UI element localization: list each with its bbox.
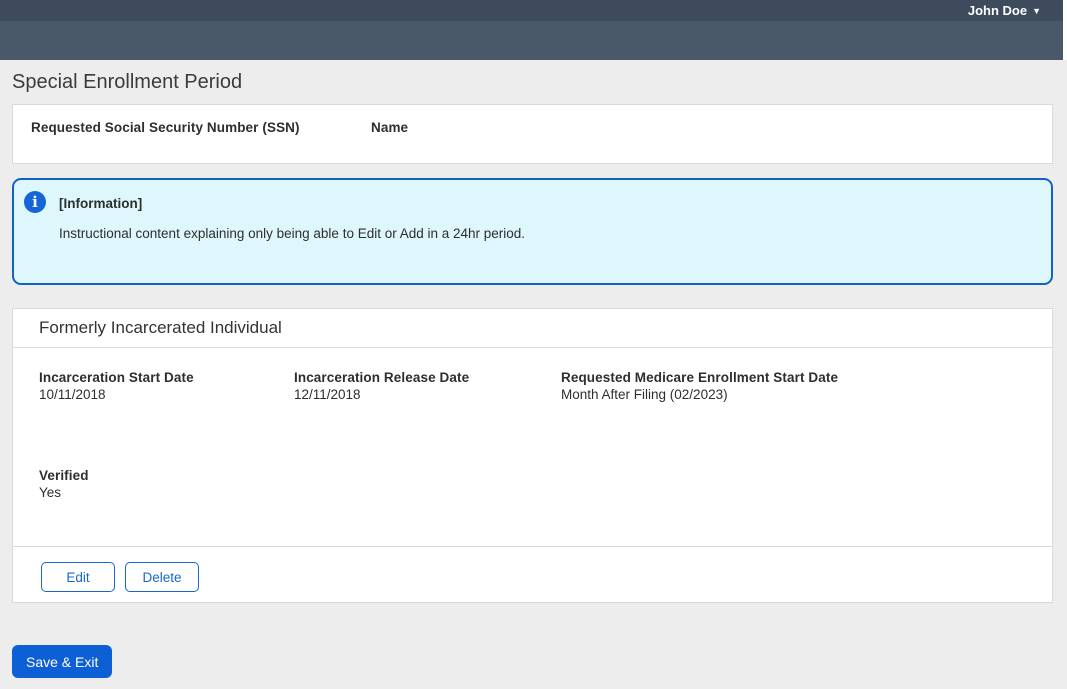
name-value [371, 136, 408, 153]
name-label: Name [371, 120, 409, 135]
top-navbar: John Doe ▼ [0, 0, 1063, 21]
ssn-value [31, 136, 300, 153]
incarceration-release-date-label: Incarceration Release Date [294, 370, 470, 385]
incarceration-release-date-value: 12/11/2018 [294, 387, 361, 402]
screen: John Doe ▼ Special Enrollment Period Req… [0, 0, 1067, 689]
incarceration-release-date-field: Incarceration Release Date 12/11/2018 [294, 369, 469, 403]
info-icon-glyph: i [32, 192, 38, 211]
save-exit-button[interactable]: Save & Exit [12, 645, 113, 678]
user-menu-label: John Doe [967, 3, 1028, 18]
incarceration-start-date-label: Incarceration Start Date [39, 370, 194, 385]
chevron-down-icon: ▼ [1032, 5, 1041, 16]
incarcerated-individual-card: Formerly Incarcerated Individual Incarce… [12, 308, 1053, 603]
ssn-field: Requested Social Security Number (SSN) [31, 119, 300, 153]
edit-button[interactable]: Edit [41, 562, 115, 592]
incarceration-start-date-field: Incarceration Start Date 10/11/2018 [39, 369, 194, 403]
verified-value: Yes [39, 485, 62, 500]
information-banner: i [Information] Instructional content ex… [12, 178, 1053, 285]
page-title: Special Enrollment Period [12, 71, 243, 93]
info-icon: i [24, 191, 46, 213]
ssn-label: Requested Social Security Number (SSN) [31, 120, 300, 135]
medicare-enrollment-start-date-value: Month After Filing (02/2023) [561, 387, 728, 402]
user-menu[interactable]: John Doe ▼ [968, 0, 1041, 21]
medicare-enrollment-start-date-field: Requested Medicare Enrollment Start Date… [561, 369, 838, 403]
scrollbar-track[interactable] [1063, 0, 1067, 60]
information-banner-body: Instructional content explaining only be… [59, 226, 526, 241]
card-actions: Edit Delete [13, 546, 1052, 592]
verified-label: Verified [39, 468, 89, 483]
medicare-enrollment-start-date-label: Requested Medicare Enrollment Start Date [561, 370, 839, 385]
summary-card: Requested Social Security Number (SSN) N… [12, 104, 1053, 164]
information-banner-title: [Information] [59, 196, 143, 211]
incarcerated-card-title: Formerly Incarcerated Individual [13, 309, 1052, 348]
verified-field: Verified Yes [39, 467, 89, 501]
incarceration-start-date-value: 10/11/2018 [39, 387, 106, 402]
secondary-navbar [0, 21, 1063, 60]
delete-button[interactable]: Delete [125, 562, 199, 592]
name-field: Name [371, 119, 408, 153]
